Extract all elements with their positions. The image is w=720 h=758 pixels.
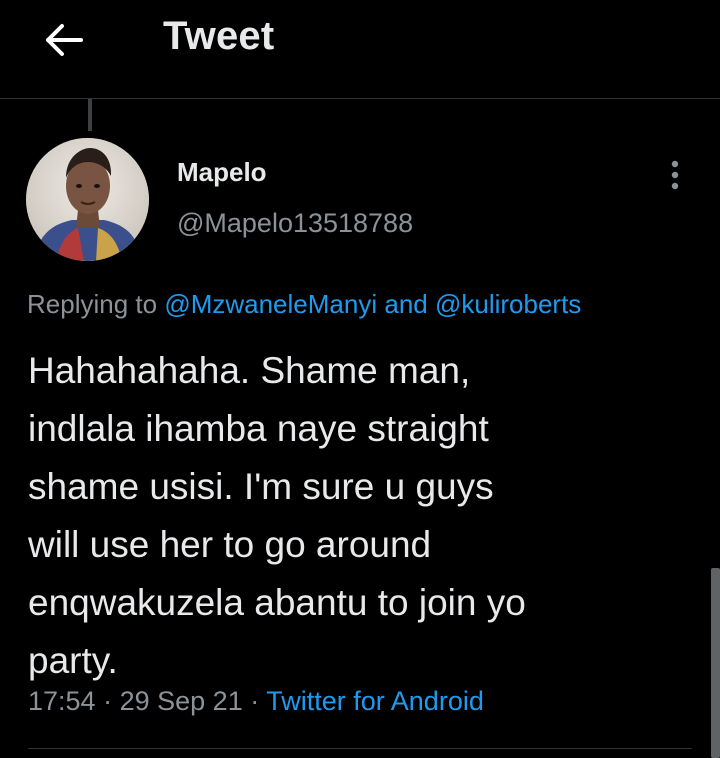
- author-name[interactable]: Mapelo: [177, 157, 267, 188]
- user-avatar-image: [26, 138, 149, 261]
- more-options-button[interactable]: [660, 155, 690, 195]
- tweet-text-line: indlala ihamba naye straight: [28, 408, 489, 449]
- back-button[interactable]: [38, 14, 90, 66]
- tweet-text: Hahahahaha. Shame man, indlala ihamba na…: [28, 342, 688, 690]
- reply-conjunction: and: [384, 289, 428, 319]
- page-title: Tweet: [163, 14, 275, 58]
- reply-context: Replying to @MzwaneleManyi and @kulirobe…: [27, 289, 581, 320]
- meta-separator: ·: [250, 686, 260, 716]
- tweet-text-line: Hahahahaha. Shame man,: [28, 350, 471, 391]
- mention-link-2[interactable]: @kuliroberts: [435, 289, 581, 319]
- tweet-text-line: shame usisi. I'm sure u guys: [28, 466, 494, 507]
- meta-separator: ·: [103, 686, 113, 716]
- mention-link-1[interactable]: @MzwaneleManyi: [164, 289, 377, 319]
- tweet-text-line: will use her to go around: [28, 524, 432, 565]
- tweet-time: 17:54: [28, 686, 96, 716]
- tweet-date: 29 Sep 21: [119, 686, 243, 716]
- tweet-source-link[interactable]: Twitter for Android: [266, 686, 484, 716]
- tweet-text-line: enqwakuzela abantu to join yo: [28, 582, 526, 623]
- author-handle[interactable]: @Mapelo13518788: [177, 208, 413, 239]
- tweet-metadata: 17:54 · 29 Sep 21 · Twitter for Android: [28, 686, 484, 717]
- divider: [28, 748, 692, 749]
- more-vertical-icon: [671, 160, 679, 190]
- arrow-left-icon: [46, 24, 83, 56]
- scrollbar[interactable]: [711, 568, 720, 758]
- thread-connector-line: [88, 99, 92, 131]
- avatar[interactable]: [26, 138, 149, 261]
- top-bar: Tweet: [0, 0, 720, 99]
- tweet-text-line: party.: [28, 640, 118, 681]
- reply-prefix: Replying to: [27, 289, 158, 319]
